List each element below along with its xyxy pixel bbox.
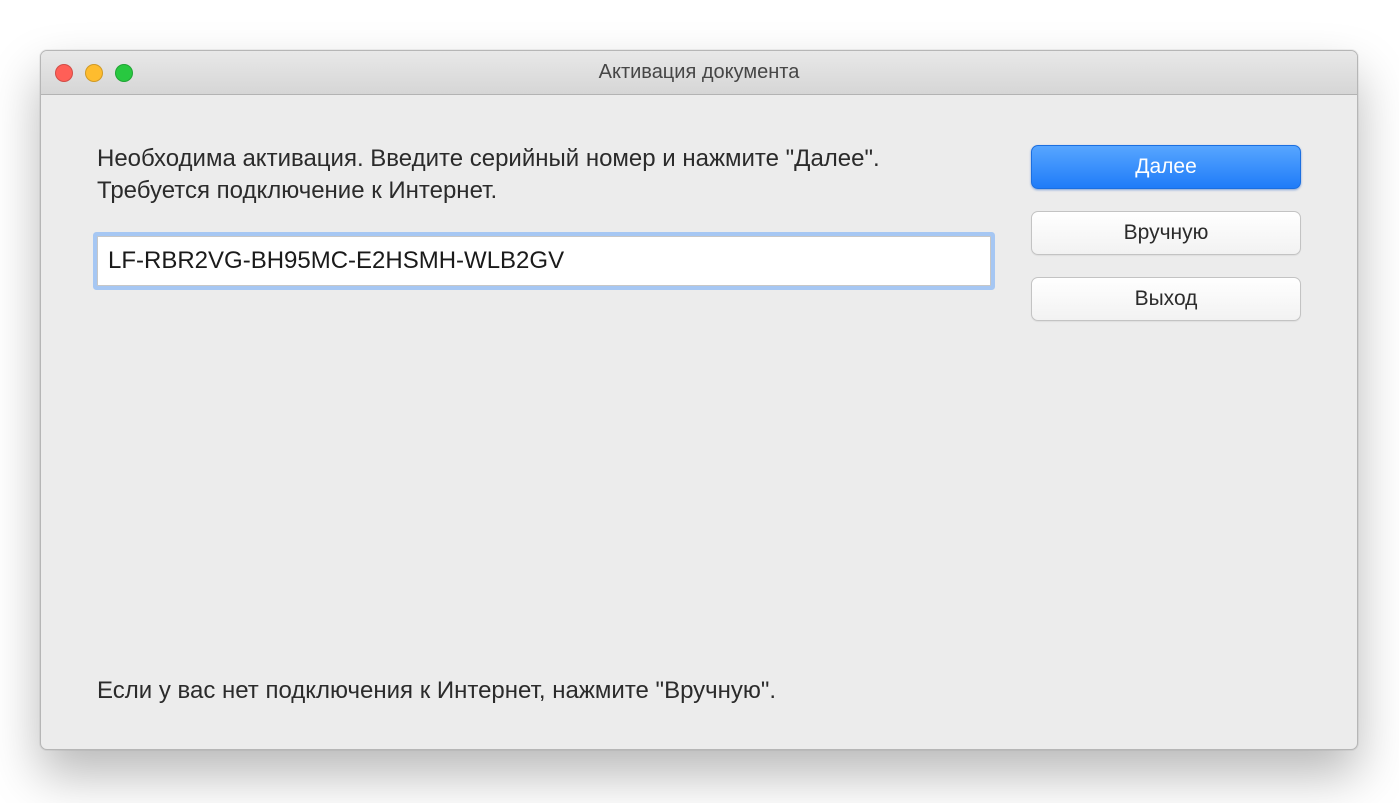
window-title: Активация документа: [599, 61, 800, 84]
titlebar: Активация документа: [41, 51, 1357, 95]
zoom-icon[interactable]: [115, 64, 133, 82]
instruction-text: Необходима активация. Введите серийный н…: [97, 143, 991, 208]
exit-button[interactable]: Выход: [1031, 277, 1301, 321]
serial-input[interactable]: [97, 236, 991, 286]
dialog-body: Необходима активация. Введите серийный н…: [41, 95, 1357, 749]
button-column: Далее Вручную Выход: [1031, 143, 1301, 709]
left-column: Необходима активация. Введите серийный н…: [97, 143, 991, 709]
serial-input-wrap: [97, 236, 991, 286]
next-button[interactable]: Далее: [1031, 145, 1301, 189]
activation-dialog: Активация документа Необходима активация…: [40, 50, 1358, 750]
content-row: Необходима активация. Введите серийный н…: [97, 143, 1301, 709]
spacer: [97, 286, 991, 677]
minimize-icon[interactable]: [85, 64, 103, 82]
manual-button[interactable]: Вручную: [1031, 211, 1301, 255]
window-controls: [55, 64, 133, 82]
hint-text: Если у вас нет подключения к Интернет, н…: [97, 677, 991, 709]
close-icon[interactable]: [55, 64, 73, 82]
